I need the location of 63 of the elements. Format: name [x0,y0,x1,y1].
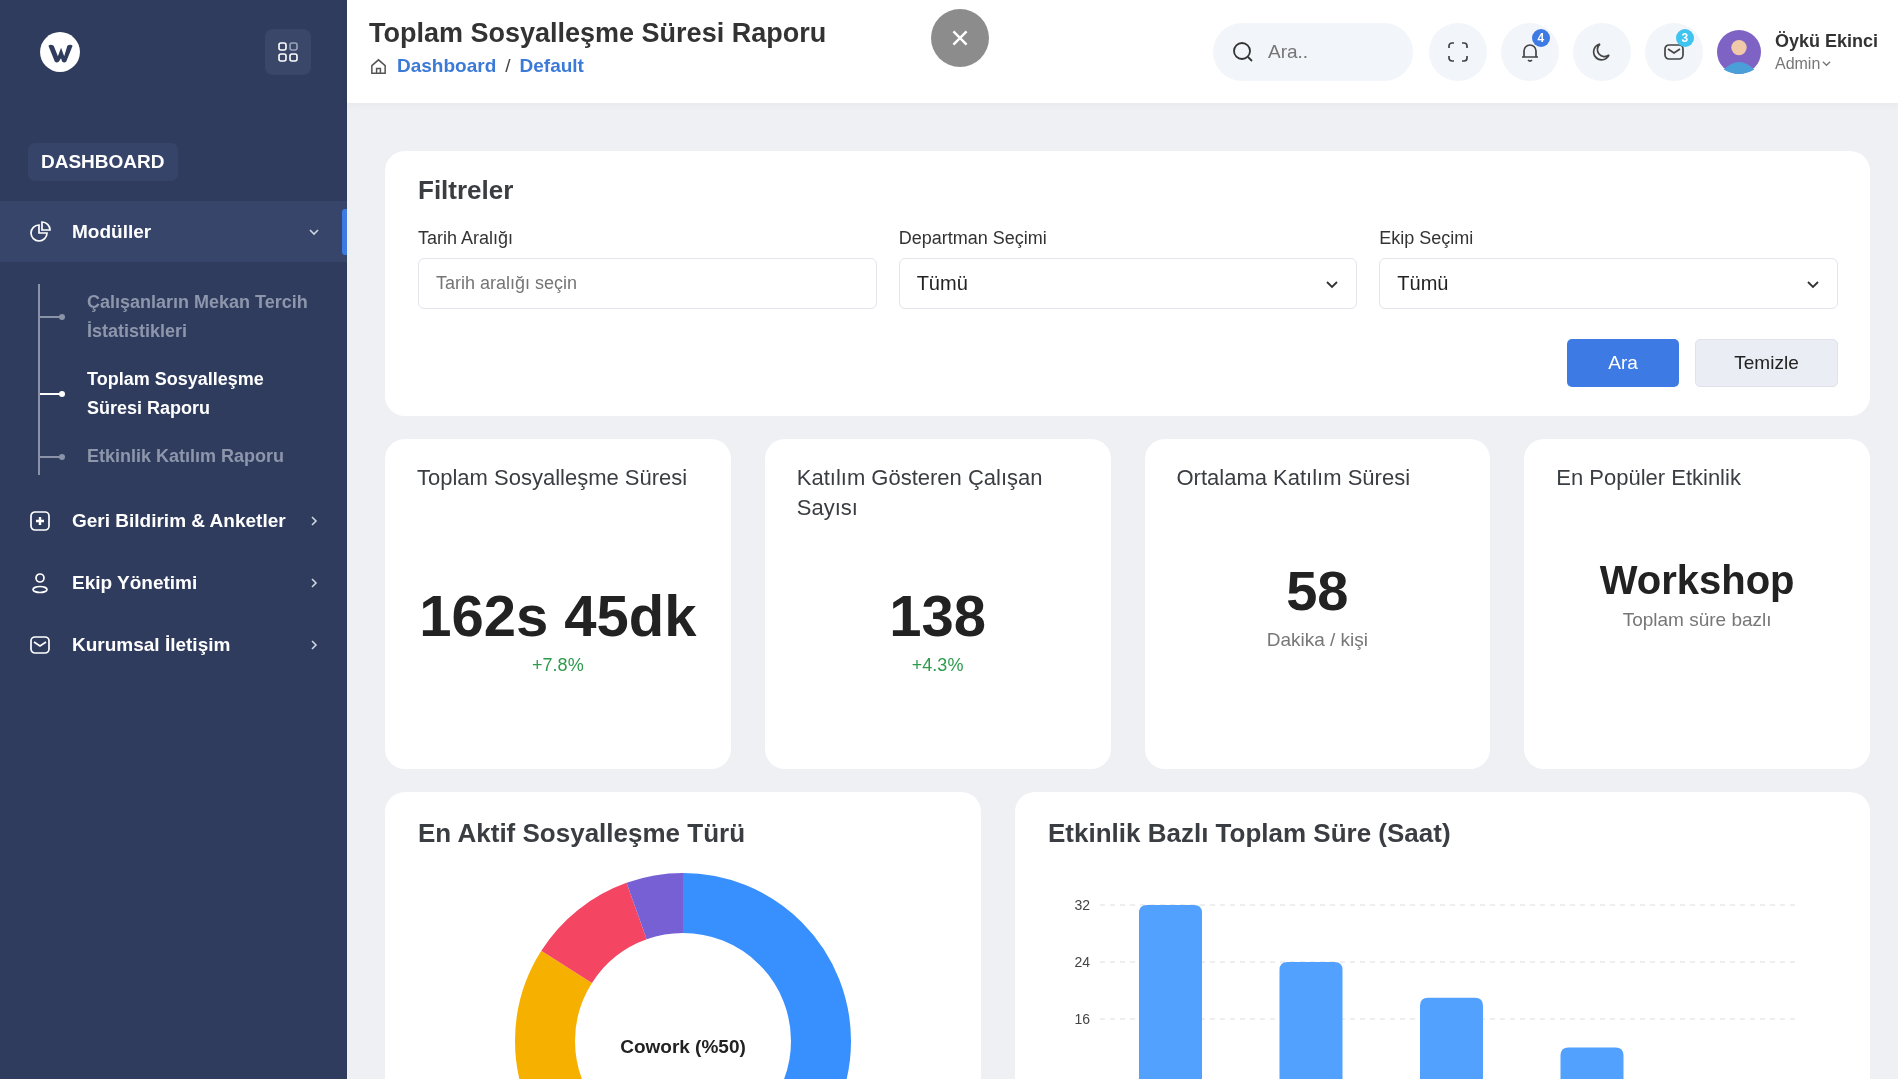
stat-value: Workshop [1599,557,1795,603]
chevron-icon [309,577,319,588]
page-title: Toplam Sosyalleşme Süresi Raporu [369,18,827,49]
user-role-dropdown[interactable]: Admin [1774,54,1878,73]
notification-count: 4 [1531,28,1550,47]
search-icon [1230,39,1255,64]
stat-caption: Toplam süre bazlı [1622,608,1772,631]
card-title: Filtreler [418,175,515,206]
stat-title: Ortalama Katılım Süresi [1176,464,1411,492]
stat-title: Toplam Sosyalleşme Süresi [417,464,689,492]
active-indicator [342,209,347,255]
select-field[interactable]: Tümü [898,258,1358,309]
caret-icon [1822,59,1832,68]
submenu-item[interactable]: Toplam Sosyalleşme Süresi Raporu [87,365,317,423]
change-percent: +7.8% [532,655,584,676]
apps-grid-button[interactable] [265,29,311,75]
logo-icon[interactable] [39,31,81,73]
chevron-icon [309,515,319,526]
donut-center-label: Cowork (%50) [619,1036,747,1058]
y-tick-label: 24 [1074,954,1090,970]
chart-title: En Aktif Sosyalleşme Türü [418,818,747,849]
nav-item[interactable]: Ekip Yönetimi [0,552,347,613]
y-tick-label: 32 [1074,897,1090,913]
pie-chart-icon [28,219,52,244]
submenu-item[interactable]: Etkinlik Katılım Raporu [87,442,317,471]
stat-value: 138 [889,582,986,649]
chevron-icon [309,226,319,237]
breadcrumb-link[interactable]: Dashboard [397,55,497,77]
stat-caption: Dakika / kişi [1266,628,1369,651]
nav-item[interactable]: Geri Bildirim & Anketler [0,490,347,551]
chevron-icon [309,639,319,650]
bar [1560,1047,1624,1079]
search-button[interactable]: Ara [1567,339,1679,387]
breadcrumb-separator: / [505,55,511,77]
user-name: Öykü Ekinci [1774,30,1878,52]
clear-button[interactable]: Temizle [1695,339,1838,387]
stat-title: En Popüler Etkinlik [1556,464,1742,492]
field-label: Tarih Aralığı [418,228,515,249]
submenu-item[interactable]: Çalışanların Mekan Tercih İstatistikleri [87,288,317,346]
change-percent: +4.3% [911,655,964,676]
field-label: Departman Seçimi [898,228,1048,249]
grid-icon [276,40,300,64]
nav-item[interactable]: Modüller [0,201,347,262]
chart-title: Etkinlik Bazlı Toplam Süre (Saat) [1048,818,1452,849]
y-tick-label: 16 [1074,1011,1090,1027]
plus-square-icon [28,508,52,533]
select-field[interactable]: Tümü [1379,258,1838,309]
stat-value: 58 [1286,557,1349,623]
home-icon [369,56,388,76]
input-field[interactable]: Tarih aralığı seçin [418,258,877,309]
message-count: 3 [1675,28,1694,47]
close-button[interactable] [931,9,989,67]
notification-button[interactable]: 4 [1500,22,1559,81]
breadcrumb-link[interactable]: Default [519,55,584,77]
fullscreen-icon [1445,39,1470,64]
nav-item[interactable]: Kurumsal İletişim [0,614,347,675]
search-field[interactable]: Ara.. [1212,22,1413,81]
stat-value: 162s 45dk [419,582,697,649]
field-label: Ekip Seçimi [1379,228,1475,249]
avatar-icon[interactable] [1716,29,1761,74]
tree-connector [40,390,66,398]
section-label: DASHBOARD [28,143,178,181]
stat-title: Katılım Gösteren Çalışan Sayısı [796,464,1044,522]
